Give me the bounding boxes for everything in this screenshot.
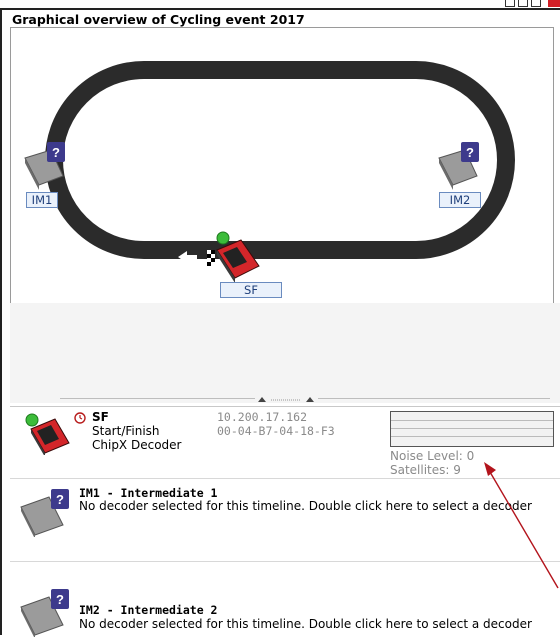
im1-tag[interactable]: IM1 bbox=[26, 192, 58, 208]
splitter-line-left bbox=[60, 398, 255, 399]
list-item-im2[interactable]: ? IM2 - Intermediate 2 No decoder select… bbox=[10, 567, 560, 637]
decoder-ip: 10.200.17.162 bbox=[217, 410, 308, 424]
decoder-subtitle: Start/Finish bbox=[92, 424, 160, 438]
track-map[interactable]: ? ? IM1 IM2 SF bbox=[10, 27, 554, 304]
noise-level: Noise Level: 0 bbox=[390, 449, 475, 463]
svg-text:?: ? bbox=[52, 145, 60, 160]
track-canvas: ? ? bbox=[24, 61, 515, 283]
row-separator bbox=[10, 561, 560, 562]
splitter-handle[interactable] bbox=[256, 393, 316, 402]
panel-title: Graphical overview of Cycling event 2017 bbox=[12, 12, 305, 27]
annotation-arrow bbox=[484, 462, 559, 589]
im2-decoder-icon[interactable]: ? bbox=[438, 142, 479, 190]
decoder-name: SF bbox=[92, 410, 109, 424]
clock-icon bbox=[74, 412, 86, 424]
track-loop bbox=[45, 61, 515, 259]
restore-button[interactable] bbox=[531, 0, 541, 7]
list-item-sf[interactable]: SF Start/Finish ChipX Decoder 10.200.17.… bbox=[10, 407, 560, 477]
sf-tag[interactable]: SF bbox=[220, 282, 282, 298]
timeline-message: No decoder selected for this timeline. D… bbox=[79, 617, 532, 631]
list-item-im1[interactable]: ? IM1 - Intermediate 1 No decoder select… bbox=[10, 483, 560, 543]
row-separator bbox=[10, 478, 560, 479]
unknown-decoder-icon: ? bbox=[20, 489, 69, 537]
satellites: Satellites: 9 bbox=[390, 463, 461, 477]
timeline-message: No decoder selected for this timeline. D… bbox=[79, 499, 532, 513]
chipx-decoder-icon bbox=[25, 413, 70, 455]
map-empty-area bbox=[10, 303, 560, 403]
im2-tag[interactable]: IM2 bbox=[439, 192, 481, 208]
finish-line-icon bbox=[207, 250, 215, 266]
decoder-list: SF Start/Finish ChipX Decoder 10.200.17.… bbox=[10, 406, 560, 637]
maximize-button[interactable] bbox=[518, 0, 528, 7]
svg-text:?: ? bbox=[56, 592, 64, 607]
timeline-title: IM2 - Intermediate 2 bbox=[79, 603, 218, 617]
unknown-decoder-icon: ? bbox=[20, 589, 69, 637]
minimize-button[interactable] bbox=[505, 0, 515, 7]
timeline-title: IM1 - Intermediate 1 bbox=[79, 486, 218, 500]
splitter-line-right bbox=[318, 398, 550, 399]
signal-graph bbox=[390, 411, 554, 447]
title-bar-blank bbox=[475, 11, 560, 25]
svg-text:?: ? bbox=[56, 492, 64, 507]
sf-decoder-icon[interactable] bbox=[216, 231, 260, 283]
decoder-type: ChipX Decoder bbox=[92, 438, 182, 452]
close-button[interactable] bbox=[548, 0, 560, 7]
decoder-mac: 00-04-B7-04-18-F3 bbox=[217, 424, 335, 438]
svg-text:?: ? bbox=[466, 145, 474, 160]
